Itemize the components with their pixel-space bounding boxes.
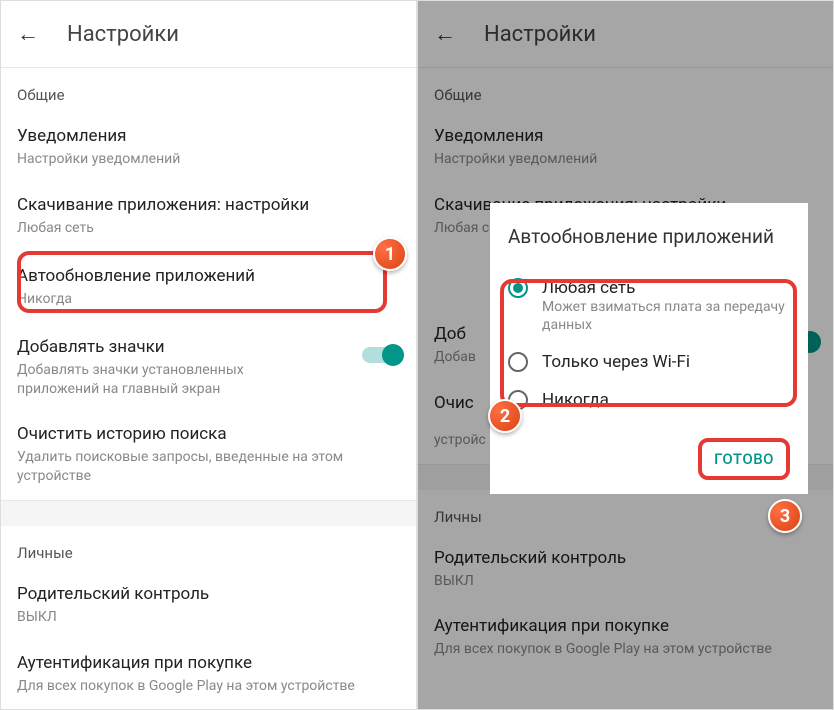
item-sub: Настройки уведомлений	[17, 150, 400, 169]
item-title: Автообновление приложений	[17, 266, 400, 286]
item-title: Очистить историю поиска	[17, 424, 400, 444]
item-notifications[interactable]: Уведомления Настройки уведомлений	[1, 114, 416, 183]
dialog-actions: ГОТОВО	[508, 438, 790, 480]
radio-label: Любая сеть	[542, 278, 790, 298]
item-sub: ВЫКЛ	[17, 608, 400, 627]
highlight-done: ГОТОВО	[698, 438, 790, 480]
item-clear-history[interactable]: Очистить историю поиска Удалить поисковы…	[1, 412, 416, 500]
item-parental-control[interactable]: Родительский контроль ВЫКЛ	[1, 572, 416, 641]
item-title: Аутентификация при покупке	[17, 653, 400, 673]
radio-option-any-network[interactable]: Любая сеть Может взиматься плата за пере…	[508, 270, 790, 344]
item-title: Скачивание приложения: настройки	[17, 195, 400, 215]
section-personal: Личные	[1, 526, 416, 572]
item-auto-update[interactable]: Автообновление приложений Никогда	[1, 252, 416, 325]
autoupdate-dialog: Автообновление приложений Любая сеть Мож…	[490, 203, 808, 494]
item-purchase-auth[interactable]: Аутентификация при покупке Для всех поку…	[1, 641, 416, 710]
screen-left-settings: ← Настройки Общие Уведомления Настройки …	[0, 0, 417, 710]
divider	[1, 500, 416, 526]
item-download-prefs[interactable]: Скачивание приложения: настройки Любая с…	[1, 183, 416, 252]
page-title: Настройки	[67, 22, 179, 47]
item-title: Родительский контроль	[17, 584, 400, 604]
screen-right-dialog: ← Настройки Общие Уведомления Настройки …	[417, 0, 834, 710]
dialog-title: Автообновление приложений	[508, 225, 790, 250]
radio-icon[interactable]	[508, 352, 528, 372]
item-add-icons[interactable]: Добавлять значки Добавлять значки устано…	[1, 325, 416, 413]
item-sub: Добавлять значки установленных приложени…	[17, 361, 277, 399]
item-sub: Для всех покупок в Google Play на этом у…	[17, 677, 400, 696]
radio-option-wifi-only[interactable]: Только через Wi-Fi	[508, 344, 790, 382]
item-sub: Удалить поисковые запросы, введенные на …	[17, 448, 400, 486]
done-button[interactable]: ГОТОВО	[706, 444, 782, 474]
item-title: Добавлять значки	[17, 337, 400, 357]
radio-label: Никогда	[542, 390, 609, 410]
radio-label: Только через Wi-Fi	[542, 352, 690, 372]
step-badge-3: 3	[768, 499, 802, 533]
item-title: Уведомления	[17, 126, 400, 146]
back-arrow-icon[interactable]: ←	[17, 21, 39, 47]
item-sub: Никогда	[17, 290, 400, 309]
item-sub: Любая сеть	[17, 219, 400, 238]
header: ← Настройки	[1, 1, 416, 67]
step-badge-1: 1	[373, 237, 407, 271]
toggle-add-icons[interactable]	[362, 347, 402, 363]
radio-sub: Может взиматься плата за передачу данных	[542, 298, 790, 334]
section-general: Общие	[1, 67, 416, 114]
radio-option-never[interactable]: Никогда	[508, 382, 790, 420]
radio-icon[interactable]	[508, 278, 528, 298]
step-badge-2: 2	[488, 399, 522, 433]
